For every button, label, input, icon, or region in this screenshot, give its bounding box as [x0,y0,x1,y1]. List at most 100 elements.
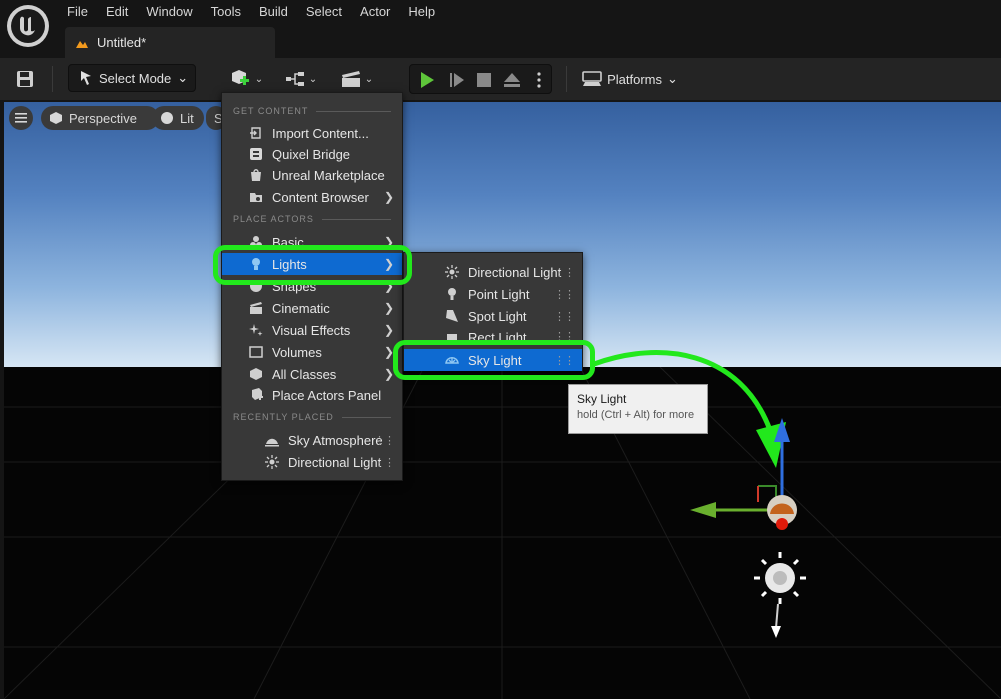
sky-atmosphere-icon [264,432,280,448]
hamburger-icon [15,113,27,123]
cinematics-button[interactable]: ⌄ [338,66,376,92]
menu-window[interactable]: Window [137,0,201,24]
menu-help[interactable]: Help [399,0,444,24]
drag-grip-icon[interactable]: ⋮⋮ [554,288,575,301]
cinematics-icon [341,71,360,87]
perspective-label: Perspective [69,110,137,126]
viewport-options-button[interactable] [9,106,33,130]
spot-light-icon [444,308,460,324]
level-viewport[interactable]: Perspective Lit S [4,102,1001,699]
chevron-right-icon: ❯ [383,301,394,315]
drag-grip-icon[interactable]: ⋮⋮ [554,310,575,323]
menu-tools[interactable]: Tools [202,0,250,24]
light-item-point[interactable]: Point Light ⋮⋮ [404,283,582,305]
select-mode-dropdown[interactable]: Select Mode ⌄ [68,64,196,92]
light-item-rect[interactable]: Rect Light ⋮⋮ [404,327,582,341]
menu-build[interactable]: Build [250,0,297,24]
chevron-right-icon: ❯ [383,235,394,249]
stop-button[interactable] [473,69,495,91]
sky-light-icon [444,352,460,368]
chevron-right-icon: ❯ [383,190,394,204]
chevron-right-icon: ❯ [383,257,394,271]
place-actors-icon [248,387,264,403]
blueprint-button[interactable]: ⌄ [282,66,320,92]
shapes-icon [248,278,264,294]
unreal-logo-icon[interactable] [7,5,49,47]
light-item-sky[interactable]: Sky Light ⋮⋮ [404,349,582,371]
advance-frame-button[interactable] [446,69,468,91]
add-actor-button[interactable]: ⌄ [226,66,266,92]
menu-item-shapes[interactable]: Shapes ❯ [222,275,402,297]
add-actor-menu: GET CONTENT Import Content... Quixel Bri… [221,92,403,481]
menu-item-content-browser[interactable]: Content Browser ❯ [222,186,402,208]
chevron-down-icon: ⌄ [667,71,678,86]
section-header-place-actors: PLACE ACTORS [233,214,391,224]
play-button[interactable] [416,69,438,91]
menu-item-place-actors-panel[interactable]: Place Actors Panel [222,384,402,406]
drag-grip-icon[interactable]: ⋮⋮ [554,330,575,341]
light-item-directional[interactable]: Directional Light ⋮⋮ [404,261,582,283]
cube-icon [50,112,62,124]
menu-actor[interactable]: Actor [351,0,399,24]
tooltip-hint: hold (Ctrl + Alt) for more [577,409,695,421]
level-icon [76,40,88,48]
stop-icon [477,73,491,87]
perspective-button[interactable]: Perspective [41,106,159,130]
eject-button[interactable] [501,69,523,91]
toolbar-divider [566,66,567,92]
rect-light-icon [444,330,460,341]
more-options-button[interactable] [528,69,550,91]
chevron-down-icon: ⌄ [308,73,318,85]
platforms-icon [582,71,602,86]
drag-grip-icon[interactable]: ⋮⋮ [374,456,395,469]
drag-grip-icon[interactable]: ⋮⋮ [374,434,395,447]
chevron-down-icon: ⌄ [364,73,374,85]
menu-item-cinematic[interactable]: Cinematic ❯ [222,297,402,319]
menu-item-unreal-marketplace[interactable]: Unreal Marketplace [222,164,402,186]
platforms-dropdown[interactable]: Platforms ⌄ [580,66,680,92]
lit-label: Lit [180,110,194,126]
ground-grid [4,366,1001,699]
bridge-icon [248,146,264,162]
eject-icon [504,73,520,87]
marketplace-icon [248,167,264,183]
drag-grip-icon[interactable]: ⋮⋮ [554,354,575,367]
menu-item-all-classes[interactable]: All Classes ❯ [222,363,402,385]
tooltip-title: Sky Light [577,392,627,406]
menu-item-basic[interactable]: Basic ❯ [222,231,402,253]
point-light-icon [444,286,460,302]
level-tab[interactable]: Untitled* [65,27,275,58]
level-tab-title: Untitled* [97,35,147,50]
play-icon [421,72,434,88]
menu-item-visual-effects[interactable]: Visual Effects ❯ [222,319,402,341]
main-toolbar: Select Mode ⌄ ⌄ ⌄ ⌄ Platforms ⌄ [0,58,1001,100]
menu-item-lights[interactable]: Lights ❯ [222,253,402,275]
light-item-spot[interactable]: Spot Light ⋮⋮ [404,305,582,327]
viewport-ground [4,366,1001,699]
lit-view-mode-button[interactable]: Lit [152,106,204,130]
drag-grip-icon[interactable]: ⋮⋮ [554,266,575,279]
menu-edit[interactable]: Edit [97,0,137,24]
sky-light-tooltip: Sky Light hold (Ctrl + Alt) for more [568,384,708,434]
menu-file[interactable]: File [58,0,97,24]
main-menu-bar: File Edit Window Tools Build Select Acto… [58,0,444,24]
recent-item-directional-light[interactable]: Directional Light ⋮⋮ [222,451,402,473]
menu-select[interactable]: Select [297,0,351,24]
title-bar: File Edit Window Tools Build Select Acto… [0,0,1001,60]
toolbar-divider [52,66,53,92]
menu-item-import-content[interactable]: Import Content... [222,122,402,144]
save-icon [17,71,33,87]
chevron-down-icon: ⌄ [254,73,264,85]
section-header-recently-placed: RECENTLY PLACED [233,412,391,422]
section-header-get-content: GET CONTENT [233,106,391,116]
chevron-right-icon: ❯ [383,323,394,337]
menu-item-quixel-bridge[interactable]: Quixel Bridge [222,143,402,165]
import-icon [248,125,264,141]
lit-sphere-icon [161,112,173,124]
save-button[interactable] [12,67,38,91]
advance-frame-icon [450,73,464,87]
menu-item-volumes[interactable]: Volumes ❯ [222,341,402,363]
directional-light-icon [444,264,460,280]
recent-item-sky-atmosphere[interactable]: Sky Atmosphere ⋮⋮ [222,429,402,451]
classes-icon [248,366,264,382]
